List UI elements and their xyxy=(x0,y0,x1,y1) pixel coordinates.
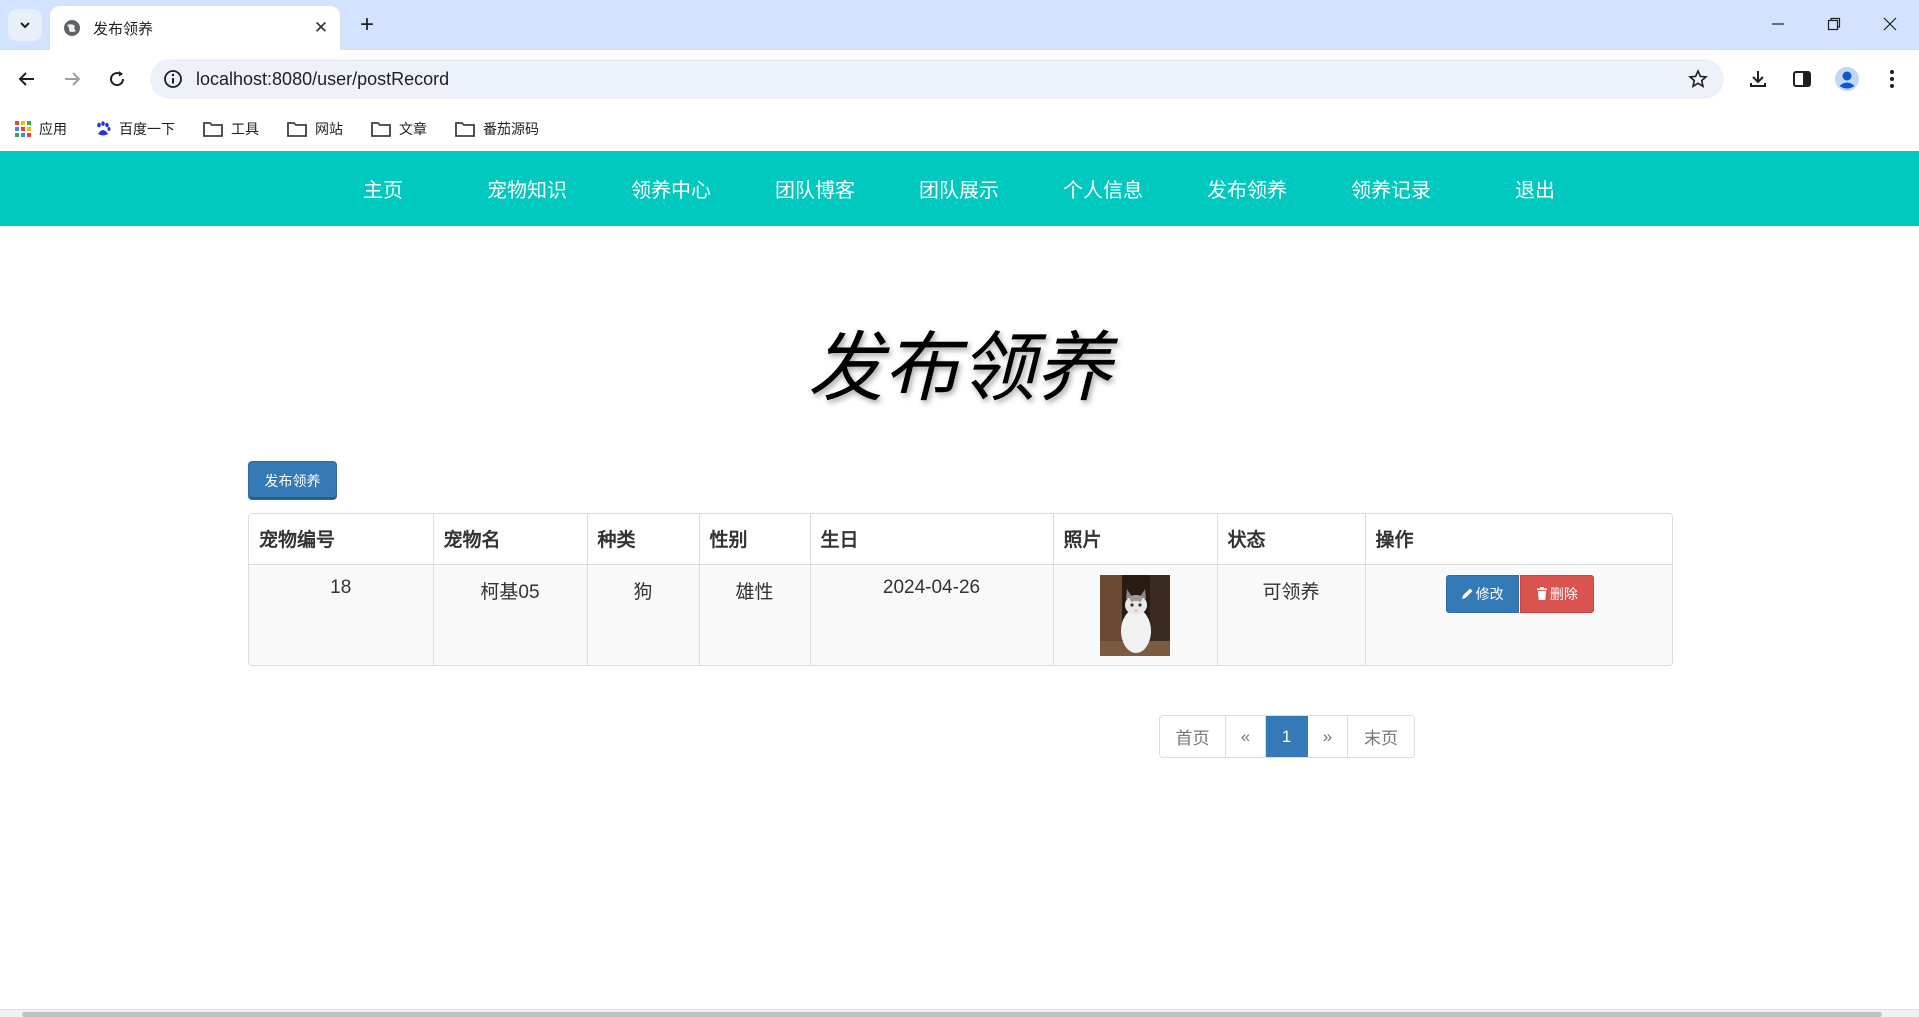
restore-icon xyxy=(1827,17,1841,31)
bookmark-folder-source[interactable]: 番茄源码 xyxy=(455,119,539,139)
cell-pet-id: 18 xyxy=(249,564,434,665)
folder-icon xyxy=(455,122,475,137)
close-window-button[interactable] xyxy=(1862,0,1918,48)
bookmark-apps[interactable]: 应用 xyxy=(15,119,67,139)
reload-button[interactable] xyxy=(97,59,137,99)
bookmark-folder-tools[interactable]: 工具 xyxy=(203,119,259,139)
browser-tab-active[interactable]: 发布领养 ✕ xyxy=(50,6,340,50)
avatar-icon xyxy=(1835,67,1859,91)
table-row: 18 柯基05 狗 雄性 2024-04-26 可领养 修改 删除 xyxy=(249,564,1672,665)
folder-icon xyxy=(203,122,223,137)
column-header: 状态 xyxy=(1217,514,1366,565)
nav-team-showcase[interactable]: 团队展示 xyxy=(887,151,1031,226)
bookmark-label: 文章 xyxy=(399,121,427,137)
delete-button[interactable]: 删除 xyxy=(1519,574,1594,613)
bookmark-folder-websites[interactable]: 网站 xyxy=(287,119,343,139)
tab-title: 发布领养 xyxy=(93,20,154,38)
minimize-icon xyxy=(1772,23,1784,25)
restore-button[interactable] xyxy=(1806,0,1862,48)
pencil-icon xyxy=(1461,588,1473,599)
cell-pet-name: 柯基05 xyxy=(433,564,588,665)
url-text[interactable]: localhost:8080/user/postRecord xyxy=(196,69,1678,90)
folder-icon xyxy=(371,122,391,137)
globe-icon xyxy=(64,20,80,36)
side-panel-button[interactable] xyxy=(1782,59,1822,99)
pagination-current-page[interactable]: 1 xyxy=(1266,716,1308,757)
column-header: 生日 xyxy=(810,514,1054,565)
nav-adoption-records[interactable]: 领养记录 xyxy=(1319,151,1463,226)
column-header: 宠物编号 xyxy=(249,514,434,565)
pet-photo xyxy=(1100,574,1170,656)
nav-home[interactable]: 主页 xyxy=(311,151,455,226)
tab-close-icon[interactable]: ✕ xyxy=(308,15,334,41)
arrow-right-icon xyxy=(65,72,81,86)
cell-gender: 雄性 xyxy=(699,564,811,665)
pagination-next[interactable]: » xyxy=(1308,716,1348,757)
column-header: 操作 xyxy=(1365,514,1672,565)
pagination-prev[interactable]: « xyxy=(1226,716,1266,757)
site-info-icon[interactable] xyxy=(163,69,183,89)
menu-button[interactable] xyxy=(1872,59,1912,99)
bookmark-label: 百度一下 xyxy=(119,121,175,137)
delete-button-label: 删除 xyxy=(1549,585,1578,602)
apps-grid-icon xyxy=(15,121,31,137)
pet-table: 宠物编号 宠物名 种类 性别 生日 照片 状态 操作 18 柯基05 狗 雄性 … xyxy=(248,513,1673,666)
folder-icon xyxy=(287,122,307,137)
bookmark-label: 番茄源码 xyxy=(483,121,539,137)
edit-button[interactable]: 修改 xyxy=(1445,574,1519,613)
chevron-down-icon xyxy=(20,22,30,29)
pagination-first[interactable]: 首页 xyxy=(1160,716,1226,757)
browser-tabbar: 发布领养 ✕ + xyxy=(0,0,1919,50)
cell-species: 狗 xyxy=(587,564,700,665)
cell-photo xyxy=(1053,564,1218,665)
nav-team-blog[interactable]: 团队博客 xyxy=(743,151,887,226)
page-content: 主页 宠物知识 领养中心 团队博客 团队展示 个人信息 发布领养 领养记录 退出… xyxy=(0,150,1919,1008)
edit-button-label: 修改 xyxy=(1475,585,1504,602)
back-button[interactable] xyxy=(7,59,47,99)
bookmark-label: 工具 xyxy=(231,121,259,137)
column-header: 照片 xyxy=(1053,514,1218,565)
address-bar[interactable]: localhost:8080/user/postRecord xyxy=(150,59,1724,99)
close-icon xyxy=(1883,17,1897,31)
publish-adoption-button[interactable]: 发布领养 xyxy=(248,461,337,500)
nav-adoption-center[interactable]: 领养中心 xyxy=(599,151,743,226)
column-header: 宠物名 xyxy=(433,514,588,565)
scrollbar-thumb[interactable] xyxy=(22,1012,1882,1017)
cell-status: 可领养 xyxy=(1217,564,1366,665)
reload-icon xyxy=(110,71,125,87)
arrow-left-icon xyxy=(18,72,34,86)
site-nav-bar: 主页 宠物知识 领养中心 团队博客 团队展示 个人信息 发布领养 领养记录 退出 xyxy=(0,151,1919,226)
pagination-last[interactable]: 末页 xyxy=(1348,716,1414,757)
bookmark-folder-articles[interactable]: 文章 xyxy=(371,119,427,139)
profile-button[interactable] xyxy=(1827,59,1867,99)
column-header: 种类 xyxy=(587,514,700,565)
table-header-row: 宠物编号 宠物名 种类 性别 生日 照片 状态 操作 xyxy=(249,514,1672,565)
bookmark-label: 网站 xyxy=(315,121,343,137)
more-vertical-icon xyxy=(1890,70,1894,88)
trash-icon xyxy=(1536,587,1547,600)
bookmark-star-icon[interactable] xyxy=(1678,69,1718,89)
horizontal-scrollbar[interactable] xyxy=(0,1009,1919,1017)
bookmarks-bar: 应用 百度一下 工具 网站 文章 番茄源码 xyxy=(0,108,1919,150)
browser-toolbar: localhost:8080/user/postRecord xyxy=(0,50,1919,108)
nav-publish-adoption[interactable]: 发布领养 xyxy=(1175,151,1319,226)
nav-logout[interactable]: 退出 xyxy=(1463,151,1607,226)
minimize-button[interactable] xyxy=(1750,0,1806,48)
cell-actions: 修改 删除 xyxy=(1365,564,1672,665)
nav-pet-knowledge[interactable]: 宠物知识 xyxy=(455,151,599,226)
column-header: 性别 xyxy=(699,514,811,565)
side-panel-icon xyxy=(1793,71,1811,87)
downloads-button[interactable] xyxy=(1738,59,1778,99)
download-icon xyxy=(1750,71,1766,87)
forward-button[interactable] xyxy=(52,59,92,99)
bookmark-baidu[interactable]: 百度一下 xyxy=(95,119,175,139)
cell-birthday: 2024-04-26 xyxy=(810,564,1054,665)
page-title: 发布领养 xyxy=(807,323,1112,412)
bookmark-label: 应用 xyxy=(39,121,67,137)
baidu-paw-icon xyxy=(97,121,111,136)
nav-personal-info[interactable]: 个人信息 xyxy=(1031,151,1175,226)
tab-search-button[interactable] xyxy=(8,9,42,41)
new-tab-button[interactable]: + xyxy=(352,10,382,40)
pagination: 首页 « 1 » 末页 xyxy=(1159,715,1415,758)
